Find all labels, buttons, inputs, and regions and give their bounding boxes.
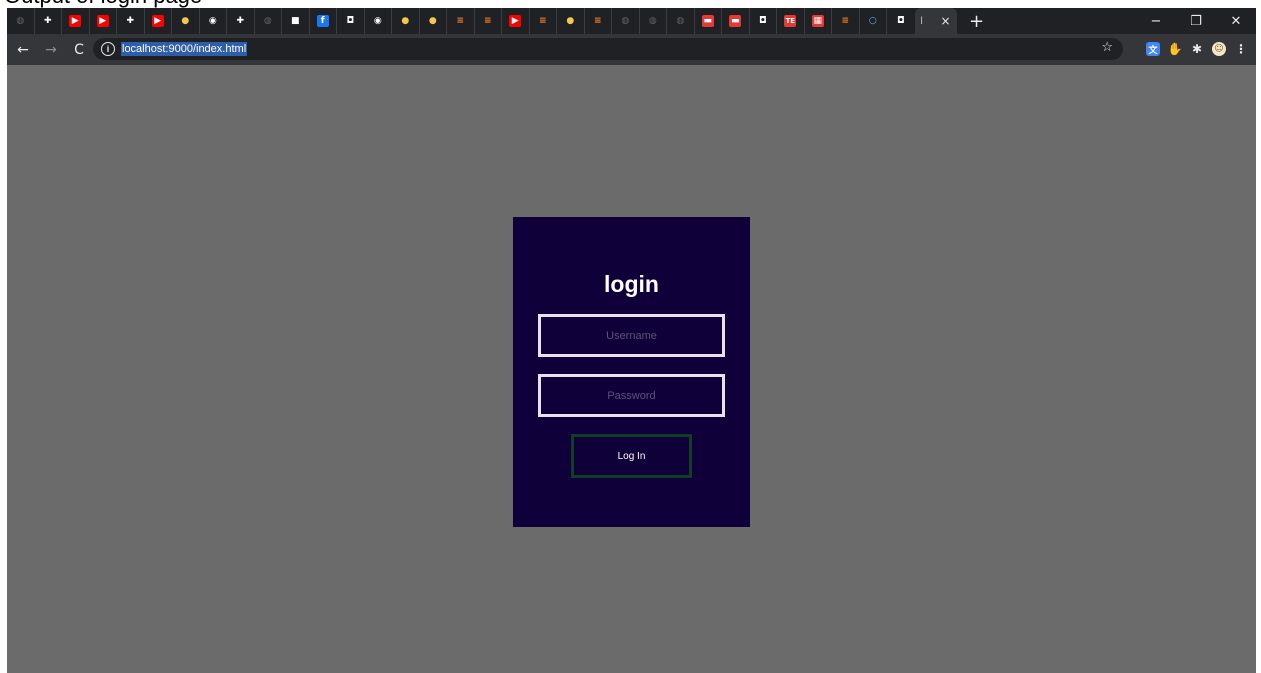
browser-tab[interactable]: ● xyxy=(172,8,200,34)
stackoverflow-icon: ≡ xyxy=(456,16,465,26)
browser-tab[interactable]: ○ xyxy=(860,8,887,34)
browser-tab[interactable]: ▶ xyxy=(145,8,172,34)
browser-tab[interactable]: ✚ xyxy=(227,8,255,34)
browser-tab[interactable]: ▬ xyxy=(695,8,722,34)
back-button[interactable]: ← xyxy=(11,38,35,62)
browser-tab[interactable]: TE xyxy=(777,8,805,34)
reload-button[interactable]: C xyxy=(67,38,91,62)
globe-icon: ◍ xyxy=(263,16,272,26)
login-title: login xyxy=(604,271,659,297)
extensions-bar: 文 ✋ ✱ ☺ ⋮ xyxy=(1146,38,1248,60)
browser-tab[interactable]: ≡ xyxy=(832,8,860,34)
browser-tab[interactable]: ◉ xyxy=(200,8,227,34)
browser-tab[interactable]: ▬ xyxy=(722,8,750,34)
grid-icon: ▦ xyxy=(811,15,824,27)
globe-icon: ◍ xyxy=(676,16,685,26)
browser-tab[interactable]: ▶ xyxy=(90,8,117,34)
tab-active[interactable]: l × xyxy=(914,8,957,34)
browser-tab[interactable]: ✚ xyxy=(117,8,145,34)
globe-icon: ◍ xyxy=(621,16,630,26)
github-icon: ◉ xyxy=(208,16,217,26)
browser-tab[interactable]: ● xyxy=(392,8,420,34)
youtube-icon: ▶ xyxy=(151,15,164,27)
url-text[interactable]: localhost:9000/index.html xyxy=(121,42,248,56)
te-icon: TE xyxy=(784,15,797,27)
browser-tab[interactable]: ◍ xyxy=(612,8,640,34)
plus-badge-icon: ✚ xyxy=(43,16,52,26)
browser-tab[interactable]: ≡ xyxy=(475,8,502,34)
plus-badge-icon: ✚ xyxy=(236,16,245,26)
browser-tab[interactable]: ≡ xyxy=(447,8,475,34)
plus-badge-icon: ✚ xyxy=(126,16,135,26)
globe-icon: ◍ xyxy=(648,16,657,26)
profile-avatar-icon[interactable]: ☺ xyxy=(1212,42,1226,56)
youtube-icon: ▶ xyxy=(509,15,522,27)
python-icon: ● xyxy=(566,16,575,26)
translate-icon[interactable]: 文 xyxy=(1146,42,1160,56)
browser-window: ◍ ✚ ▶ ▶ ✚ ▶ ● ◉ ✚ ◍ ■ f ◘ ◉ ● ● ≡ ≡ ▶ ≡ ● ≡ ◍ ◍ ◍ ▬ ▬ ◘ TE ▦ ≡ ○ ◘ l × +… xyxy=(7,8,1256,673)
bookmark-icon: ◘ xyxy=(346,16,355,26)
browser-tab[interactable]: ● xyxy=(557,8,585,34)
browser-tab[interactable]: ◘ xyxy=(887,8,915,34)
window-controls: − ❐ ✕ xyxy=(1136,8,1256,34)
browser-tab[interactable]: ▦ xyxy=(805,8,832,34)
browser-tab[interactable]: ✚ xyxy=(35,8,62,34)
tab-active-label: l xyxy=(920,15,923,27)
browser-tab[interactable]: ◍ xyxy=(7,8,35,34)
stackoverflow-icon: ≡ xyxy=(538,16,547,26)
search-icon: ○ xyxy=(868,16,877,26)
login-card: login Log In xyxy=(513,217,750,527)
youtube-icon: ▶ xyxy=(96,15,109,27)
close-window-icon[interactable]: ✕ xyxy=(1216,8,1256,34)
stackoverflow-icon: ≡ xyxy=(483,16,492,26)
browser-tab[interactable]: ◘ xyxy=(750,8,777,34)
bookmark-icon: ◘ xyxy=(896,16,905,26)
python-icon: ● xyxy=(428,16,437,26)
flag-icon: ▬ xyxy=(729,15,742,27)
youtube-icon: ▶ xyxy=(69,15,82,27)
python-icon: ● xyxy=(401,16,410,26)
minimize-icon[interactable]: − xyxy=(1136,8,1176,34)
close-tab-icon[interactable]: × xyxy=(940,14,950,28)
site-info-icon[interactable]: i xyxy=(101,42,115,56)
browser-tab[interactable]: ▶ xyxy=(502,8,530,34)
new-tab-button[interactable]: + xyxy=(967,11,987,32)
browser-tab[interactable]: ■ xyxy=(282,8,310,34)
browser-tab[interactable]: ◘ xyxy=(337,8,365,34)
browser-tab[interactable]: ≡ xyxy=(530,8,557,34)
globe-icon: ◍ xyxy=(16,16,25,26)
browser-tab[interactable]: ◍ xyxy=(640,8,667,34)
menu-kebab-icon[interactable]: ⋮ xyxy=(1234,42,1248,56)
github-icon: ◉ xyxy=(373,16,382,26)
browser-tab[interactable]: ▶ xyxy=(62,8,90,34)
username-input[interactable] xyxy=(538,314,725,357)
bookmark-icon: ◘ xyxy=(758,16,767,26)
browser-tab[interactable]: ◍ xyxy=(255,8,282,34)
bookmark-star-icon[interactable]: ☆ xyxy=(1101,40,1113,55)
browser-tab[interactable]: ◉ xyxy=(365,8,392,34)
restore-icon[interactable]: ❐ xyxy=(1176,8,1216,34)
password-input[interactable] xyxy=(538,374,725,417)
browser-tab[interactable]: ◍ xyxy=(667,8,695,34)
browser-tab[interactable]: f xyxy=(310,8,337,34)
address-bar[interactable]: i localhost:9000/index.html ☆ xyxy=(93,38,1123,60)
tab-strip: ◍ ✚ ▶ ▶ ✚ ▶ ● ◉ ✚ ◍ ■ f ◘ ◉ ● ● ≡ ≡ ▶ ≡ ● ≡ ◍ ◍ ◍ ▬ ▬ ◘ TE ▦ ≡ ○ ◘ l × +… xyxy=(7,8,1256,34)
stackoverflow-icon: ≡ xyxy=(593,16,602,26)
login-button[interactable]: Log In xyxy=(571,434,692,478)
stackoverflow-icon: ≡ xyxy=(841,16,850,26)
forward-button[interactable]: → xyxy=(39,38,63,62)
facebook-icon: f xyxy=(316,15,329,27)
flag-icon: ▬ xyxy=(701,15,714,27)
page-caption: Output of login page xyxy=(0,0,1261,8)
browser-toolbar: ← → C i localhost:9000/index.html ☆ 文 ✋ ✱ ☺… xyxy=(7,34,1256,65)
python-icon: ● xyxy=(181,16,190,26)
browser-tab[interactable]: ● xyxy=(420,8,447,34)
browser-tab[interactable]: ≡ xyxy=(585,8,612,34)
adblock-icon[interactable]: ✋ xyxy=(1168,42,1183,56)
camera-icon: ■ xyxy=(290,16,300,26)
puzzle-icon[interactable]: ✱ xyxy=(1190,42,1204,56)
